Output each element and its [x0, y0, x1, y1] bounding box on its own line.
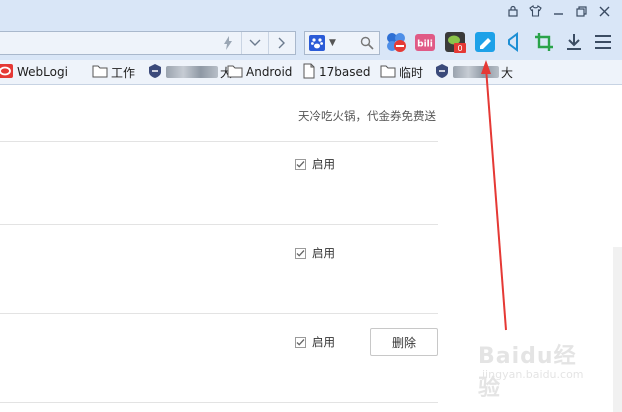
minimize-icon[interactable]	[547, 1, 570, 21]
row-divider	[0, 313, 438, 314]
bookmark-blurred-1[interactable]: 大	[147, 63, 232, 81]
account-ext-icon[interactable]	[385, 31, 407, 53]
address-bar-buttons	[215, 32, 295, 54]
checkmark-icon[interactable]	[295, 247, 306, 259]
bookmark-work[interactable]: 工作	[92, 63, 135, 81]
bookmark-blurred-2[interactable]: 大	[434, 63, 513, 81]
blurred-text	[453, 66, 499, 78]
bookmark-17based[interactable]: 17based	[302, 63, 371, 81]
share-ext-icon[interactable]	[503, 31, 525, 53]
bookmark-label: 17based	[319, 65, 371, 79]
bookmarks-bar: WebLogi 工作 大 Android 17based 临时 大	[0, 60, 622, 85]
bookmark-label: 大	[501, 65, 514, 80]
chevron-down-icon[interactable]	[241, 32, 268, 54]
bookmark-weblogi[interactable]: WebLogi	[0, 63, 68, 81]
scrollbar[interactable]	[613, 247, 622, 412]
paw-icon[interactable]	[309, 35, 325, 51]
watermark-sub: jingyan.baidu.com	[482, 368, 584, 381]
blurred-text	[166, 66, 218, 78]
search-icon[interactable]	[360, 36, 374, 53]
bookmark-label: 工作	[111, 65, 136, 80]
page-icon	[302, 63, 316, 82]
engine-dropdown-icon[interactable]: ▼	[329, 38, 336, 48]
bookmark-android[interactable]: Android	[227, 63, 292, 81]
folder-icon	[92, 64, 108, 81]
baidu-watermark: Baidu经验 jingyan.baidu.com	[478, 338, 598, 401]
chevron-right-icon[interactable]	[268, 32, 295, 54]
checkmark-icon[interactable]	[295, 336, 306, 348]
site-icon	[147, 63, 163, 82]
bookmark-label: 临时	[399, 65, 424, 80]
delete-button[interactable]: 删除	[370, 328, 438, 356]
oracle-icon	[0, 63, 14, 82]
enable-label: 启用	[312, 246, 335, 260]
crop-ext-icon[interactable]	[533, 31, 555, 53]
folder-icon	[380, 64, 396, 81]
title-bar	[0, 0, 622, 22]
checkmark-icon[interactable]	[295, 158, 306, 170]
enable-label: 启用	[312, 335, 335, 349]
enable-checkbox-2[interactable]: 启用	[295, 245, 335, 261]
window-controls	[501, 0, 616, 22]
toolbar: ▼ bili 0	[0, 22, 622, 60]
svg-text:bili: bili	[417, 40, 433, 50]
wechat-badge: 0	[457, 44, 462, 53]
row-divider	[0, 141, 438, 142]
enable-checkbox-3[interactable]: 启用	[295, 334, 335, 350]
bookmark-label: WebLogi	[17, 65, 68, 79]
bookmark-label: Android	[246, 65, 293, 79]
bilibili-ext-icon[interactable]: bili	[414, 31, 436, 53]
address-bar[interactable]	[0, 31, 296, 55]
close-icon[interactable]	[593, 1, 616, 21]
enable-label: 启用	[312, 157, 335, 171]
promo-link[interactable]: 天冷吃火锅，代金券免费送	[298, 108, 436, 124]
search-bar[interactable]: ▼	[304, 31, 380, 55]
bookmark-temp[interactable]: 临时	[380, 63, 423, 81]
restore-icon[interactable]	[570, 1, 593, 21]
lock-icon[interactable]	[501, 1, 524, 21]
row-divider	[0, 402, 438, 403]
folder-icon	[227, 64, 243, 81]
enable-checkbox-1[interactable]: 启用	[295, 156, 335, 172]
menu-icon[interactable]	[592, 31, 614, 53]
skin-icon[interactable]	[524, 1, 547, 21]
site-icon	[434, 63, 450, 82]
row-divider	[0, 224, 438, 225]
lightning-icon[interactable]	[215, 32, 241, 54]
wechat-ext-icon[interactable]: 0	[444, 31, 466, 53]
highlighted-ext-icon[interactable]	[474, 31, 496, 53]
download-icon[interactable]	[563, 31, 585, 53]
